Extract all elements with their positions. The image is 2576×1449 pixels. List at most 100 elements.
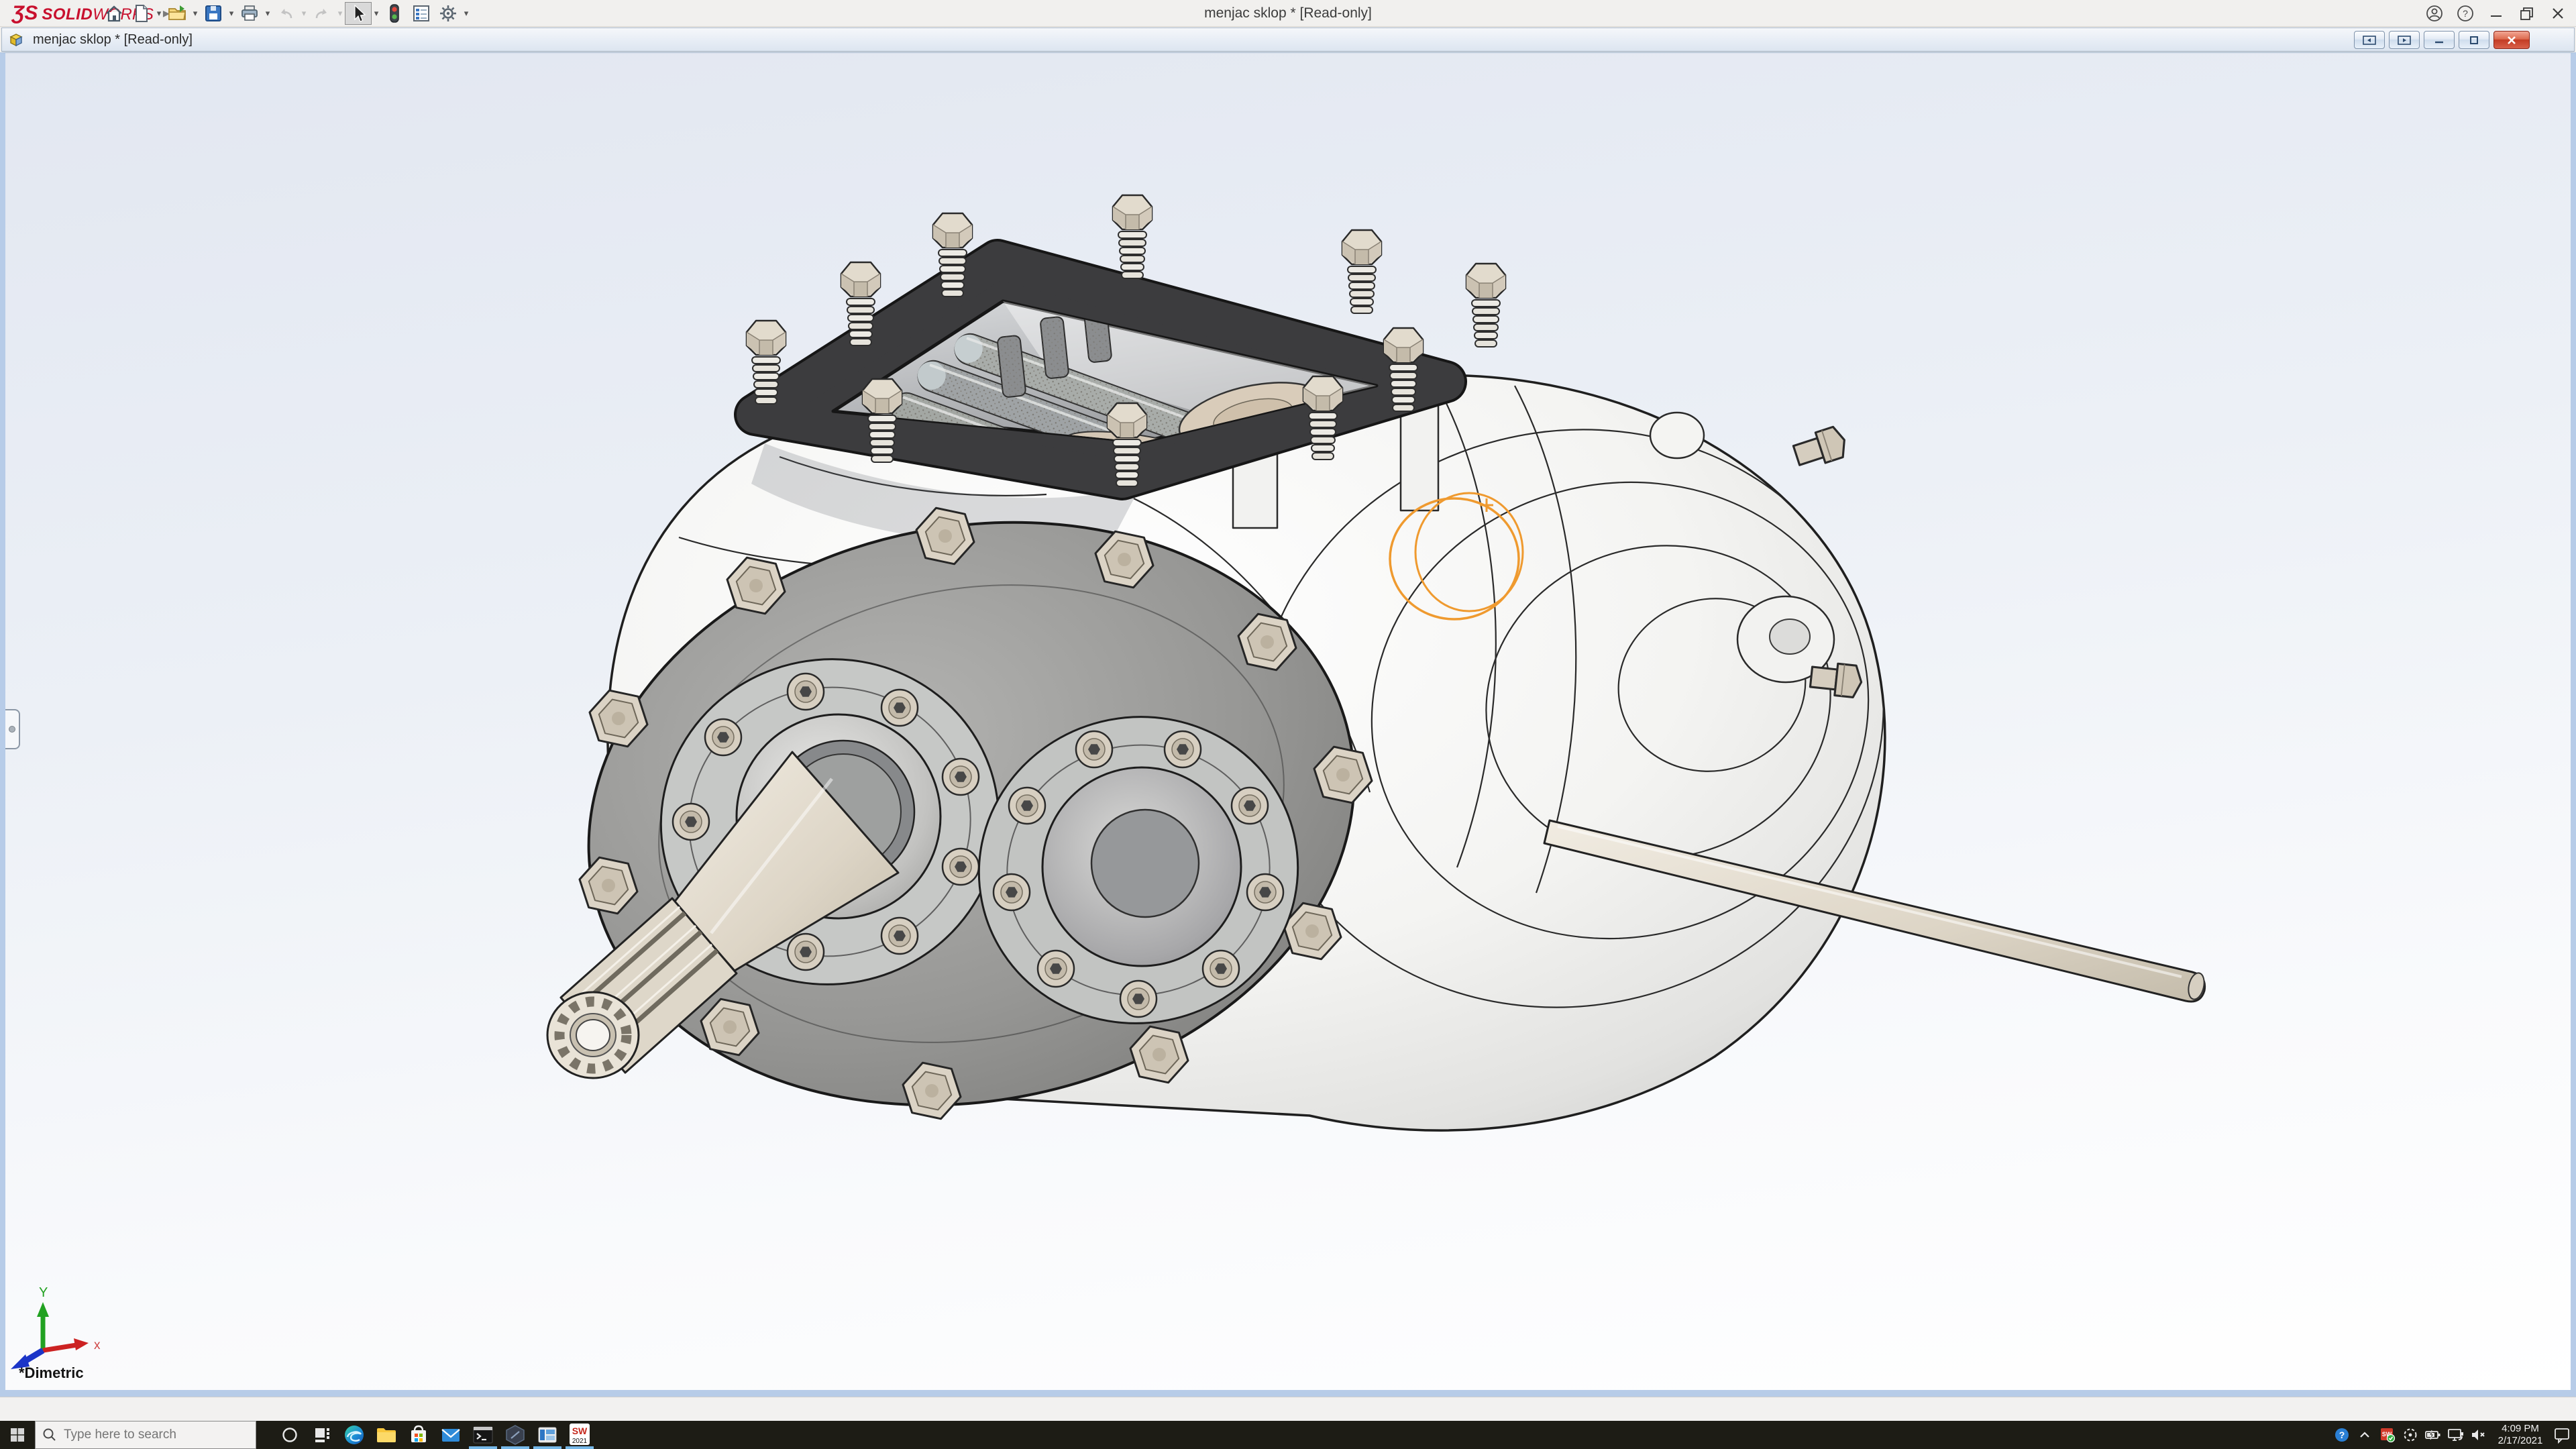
print-button[interactable] (236, 2, 263, 25)
rebuild-button[interactable] (381, 2, 408, 25)
minimize-button[interactable] (2483, 2, 2509, 25)
select-dropdown-arrow[interactable]: ▾ (372, 8, 381, 19)
select-cursor-icon (348, 3, 368, 23)
new-document-icon (131, 3, 151, 23)
taskbar-search[interactable] (35, 1421, 256, 1449)
pane-right-icon (2397, 35, 2412, 46)
titlebar-controls: ? (2422, 0, 2571, 27)
action-center-button[interactable] (2552, 1421, 2572, 1449)
taskbar-app-terminal[interactable] (467, 1421, 499, 1449)
taskbar-app-mail[interactable] (435, 1421, 467, 1449)
triad-y-label: Y (39, 1285, 48, 1300)
housing-side-bolt[interactable] (1792, 425, 1849, 470)
open-dropdown-arrow[interactable]: ▾ (191, 8, 200, 19)
app-window-icon (536, 1424, 559, 1446)
home-button[interactable] (101, 2, 127, 25)
taskbar-app-dev-hexagon[interactable] (499, 1421, 531, 1449)
svg-text:?: ? (2339, 1430, 2345, 1440)
model-scene[interactable]: Y x (5, 53, 2571, 1397)
running-indicator (533, 1446, 561, 1449)
taskbar-app-store[interactable] (402, 1421, 435, 1449)
restore-button[interactable] (2514, 2, 2540, 25)
new-document-button[interactable] (127, 2, 154, 25)
hexagon-app-icon (504, 1424, 527, 1446)
edge-icon (343, 1424, 366, 1446)
quick-access-toolbar: ▾ ▾ ▾ ▾ ▾ ▾ (101, 1, 471, 25)
close-button[interactable] (2545, 2, 2571, 25)
undo-dropdown-arrow[interactable]: ▾ (299, 8, 309, 19)
taskbar-app-solidworks[interactable]: SW 2021 (564, 1421, 596, 1449)
redo-dropdown-arrow[interactable]: ▾ (335, 8, 345, 19)
tray-help-button[interactable]: ? (2332, 1421, 2352, 1449)
save-icon (203, 3, 223, 23)
help-button[interactable]: ? (2453, 2, 2478, 25)
document-window-controls (2354, 31, 2530, 49)
action-center-icon (2553, 1426, 2571, 1444)
close-icon (2549, 5, 2567, 22)
file-properties-button[interactable] (408, 2, 435, 25)
task-view-button[interactable] (306, 1421, 338, 1449)
running-indicator (566, 1446, 594, 1449)
solidworks-2021-icon: SW 2021 (568, 1422, 592, 1448)
clock-date: 2/17/2021 (2491, 1435, 2549, 1447)
gearbox-model[interactable] (538, 195, 2206, 1169)
taskbar-app-window[interactable] (531, 1421, 564, 1449)
open-folder-icon (167, 3, 187, 23)
help-badge-icon: ? (2334, 1427, 2350, 1443)
file-explorer-icon (375, 1424, 398, 1446)
user-account-button[interactable] (2422, 2, 2447, 25)
undo-icon (276, 3, 296, 23)
open-button[interactable] (164, 2, 191, 25)
options-button[interactable] (435, 2, 462, 25)
battery-icon (2424, 1427, 2442, 1443)
redo-button[interactable] (309, 2, 335, 25)
tray-volume[interactable] (2469, 1421, 2489, 1449)
new-dropdown-arrow[interactable]: ▾ (154, 8, 164, 19)
document-restore-button[interactable] (2459, 31, 2489, 49)
taskbar-app-file-explorer[interactable] (370, 1421, 402, 1449)
document-title: menjac sklop * [Read-only] (33, 32, 193, 48)
microsoft-store-icon (407, 1424, 430, 1446)
mail-icon (439, 1424, 462, 1446)
volume-muted-icon (2470, 1427, 2487, 1443)
options-dropdown-arrow[interactable]: ▾ (462, 8, 471, 19)
undo-button[interactable] (272, 2, 299, 25)
start-button[interactable] (0, 1421, 35, 1449)
select-button[interactable] (345, 2, 372, 25)
pane-left-icon (2362, 35, 2377, 46)
graphics-viewport[interactable]: Y x *Dimetric (0, 52, 2576, 1397)
user-icon (2426, 5, 2443, 22)
feature-tree-collapse-tab[interactable] (5, 709, 20, 749)
redo-icon (312, 3, 332, 23)
tray-screen-clip[interactable] (2400, 1421, 2420, 1449)
screen-clip-icon (2402, 1427, 2418, 1443)
save-button[interactable] (200, 2, 227, 25)
document-minimize-button[interactable] (2424, 31, 2455, 49)
taskbar-clock[interactable]: 4:09 PM 2/17/2021 (2491, 1423, 2549, 1447)
view-triad: Y x (11, 1285, 101, 1369)
hidden-icons-button[interactable] (2355, 1421, 2375, 1449)
task-view-icon (313, 1426, 331, 1444)
tab-grip-dot (9, 726, 15, 733)
pane-right-button[interactable] (2389, 31, 2420, 49)
housing-boss (1650, 413, 1704, 458)
print-dropdown-arrow[interactable]: ▾ (263, 8, 272, 19)
solidworks-badge-icon: SW (2379, 1427, 2396, 1443)
document-close-button[interactable] (2493, 31, 2530, 49)
cortana-button[interactable] (274, 1421, 306, 1449)
help-icon: ? (2457, 5, 2474, 22)
gear-icon (438, 3, 458, 23)
tray-network[interactable] (2446, 1421, 2466, 1449)
running-indicator (501, 1446, 529, 1449)
taskbar-app-edge[interactable] (338, 1421, 370, 1449)
file-properties-icon (411, 3, 431, 23)
pane-left-button[interactable] (2354, 31, 2385, 49)
save-dropdown-arrow[interactable]: ▾ (227, 8, 236, 19)
search-input[interactable] (62, 1427, 244, 1443)
document-close-icon (2504, 35, 2519, 46)
tray-solidworks-monitor[interactable]: SW (2377, 1421, 2398, 1449)
minimize-icon (2487, 5, 2505, 22)
tray-battery[interactable] (2423, 1421, 2443, 1449)
running-indicator (469, 1446, 497, 1449)
svg-text:SW: SW (572, 1426, 588, 1436)
